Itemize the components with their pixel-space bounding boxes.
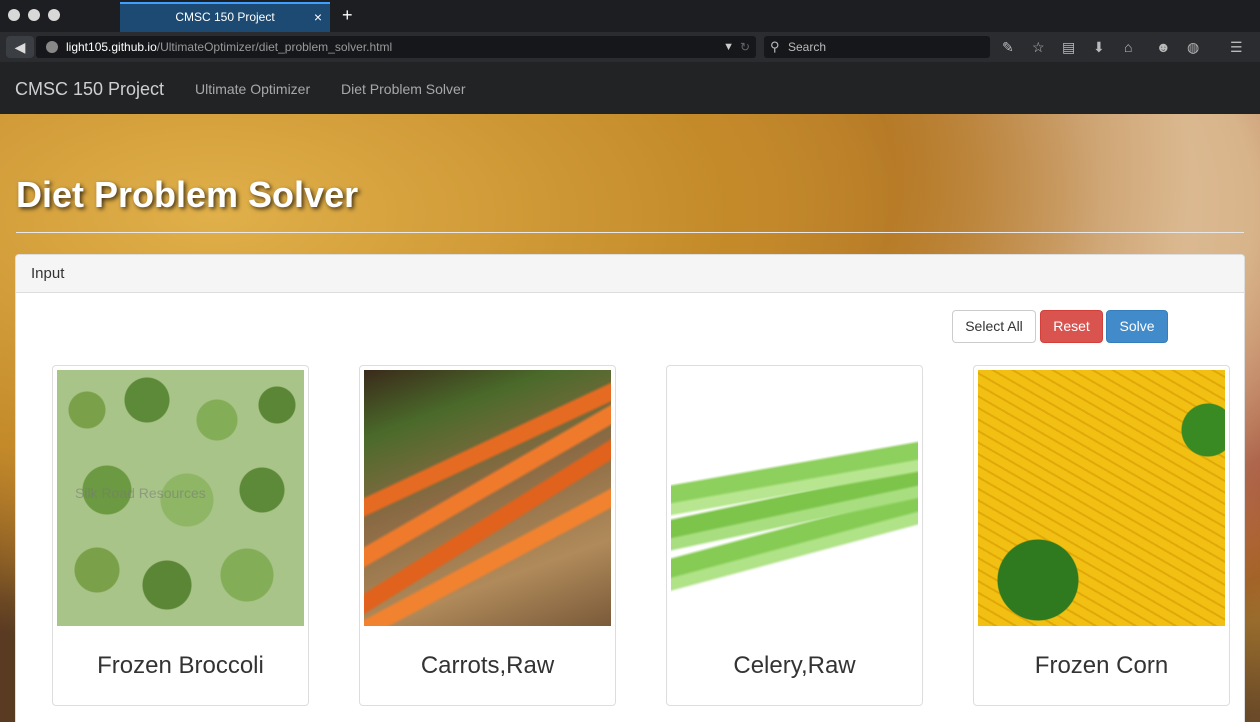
address-bar[interactable]: light105.github.io/UltimateOptimizer/die… xyxy=(36,36,756,58)
select-all-button[interactable]: Select All xyxy=(952,310,1036,343)
celery-image xyxy=(671,370,918,626)
navbar-brand[interactable]: CMSC 150 Project xyxy=(15,79,164,100)
wrench-icon[interactable]: ✎ xyxy=(1002,39,1014,56)
search-placeholder: Search xyxy=(788,40,827,54)
url-path: /UltimateOptimizer/diet_problem_solver.h… xyxy=(156,40,393,54)
url-host: light105.github.io xyxy=(66,40,157,54)
home-icon[interactable]: ⌂ xyxy=(1124,39,1132,55)
corn-image xyxy=(978,370,1225,626)
url-dropdown-icon[interactable]: ▼ xyxy=(723,36,734,58)
broccoli-image: Silk Road Resources xyxy=(57,370,304,626)
browser-tab[interactable]: CMSC 150 Project × xyxy=(120,2,330,32)
carrots-image xyxy=(364,370,611,626)
back-button[interactable]: ◀ xyxy=(6,36,34,58)
site-navbar: CMSC 150 Project Ultimate Optimizer Diet… xyxy=(0,62,1260,114)
food-card-frozen-corn[interactable]: Frozen Corn xyxy=(973,365,1230,706)
search-input[interactable]: ⚲ Search xyxy=(764,36,990,58)
browser-toolbar: ◀ light105.github.io/UltimateOptimizer/d… xyxy=(0,32,1260,62)
tab-title: CMSC 150 Project xyxy=(175,10,275,24)
palette-icon[interactable]: ◍ xyxy=(1187,39,1199,56)
food-name: Celery,Raw xyxy=(733,652,856,679)
maximize-window-button[interactable] xyxy=(48,9,60,21)
reading-list-icon[interactable]: ▤ xyxy=(1062,39,1075,56)
chat-icon[interactable]: ☻ xyxy=(1156,39,1171,55)
hero-divider xyxy=(16,232,1244,233)
minimize-window-button[interactable] xyxy=(28,9,40,21)
nav-link-ultimate-optimizer[interactable]: Ultimate Optimizer xyxy=(195,81,310,97)
new-tab-button[interactable]: + xyxy=(342,5,353,26)
page-title: Diet Problem Solver xyxy=(16,174,359,215)
star-icon[interactable]: ☆ xyxy=(1032,39,1045,56)
image-watermark: Silk Road Resources xyxy=(75,485,206,501)
input-panel: Input Select All Reset Solve Silk Road R… xyxy=(15,254,1245,722)
browser-titlebar: CMSC 150 Project × + xyxy=(0,0,1260,32)
food-name: Carrots,Raw xyxy=(420,652,555,679)
panel-heading: Input xyxy=(16,255,1244,293)
food-name: Frozen Corn xyxy=(1034,652,1169,679)
menu-icon[interactable]: ☰ xyxy=(1230,39,1243,56)
reset-button[interactable]: Reset xyxy=(1040,310,1103,343)
food-card-celery-raw[interactable]: Celery,Raw xyxy=(666,365,923,706)
nav-link-diet-problem-solver[interactable]: Diet Problem Solver xyxy=(341,81,466,97)
close-tab-icon[interactable]: × xyxy=(314,4,322,31)
globe-icon xyxy=(46,41,58,53)
download-icon[interactable]: ⬇ xyxy=(1093,39,1105,56)
search-icon: ⚲ xyxy=(770,39,780,54)
food-name: Frozen Broccoli xyxy=(97,652,264,679)
food-card-carrots-raw[interactable]: Carrots,Raw xyxy=(359,365,616,706)
solve-button[interactable]: Solve xyxy=(1106,310,1168,343)
food-card-frozen-broccoli[interactable]: Silk Road Resources Frozen Broccoli xyxy=(52,365,309,706)
reload-icon[interactable]: ↻ xyxy=(740,36,750,58)
close-window-button[interactable] xyxy=(8,9,20,21)
